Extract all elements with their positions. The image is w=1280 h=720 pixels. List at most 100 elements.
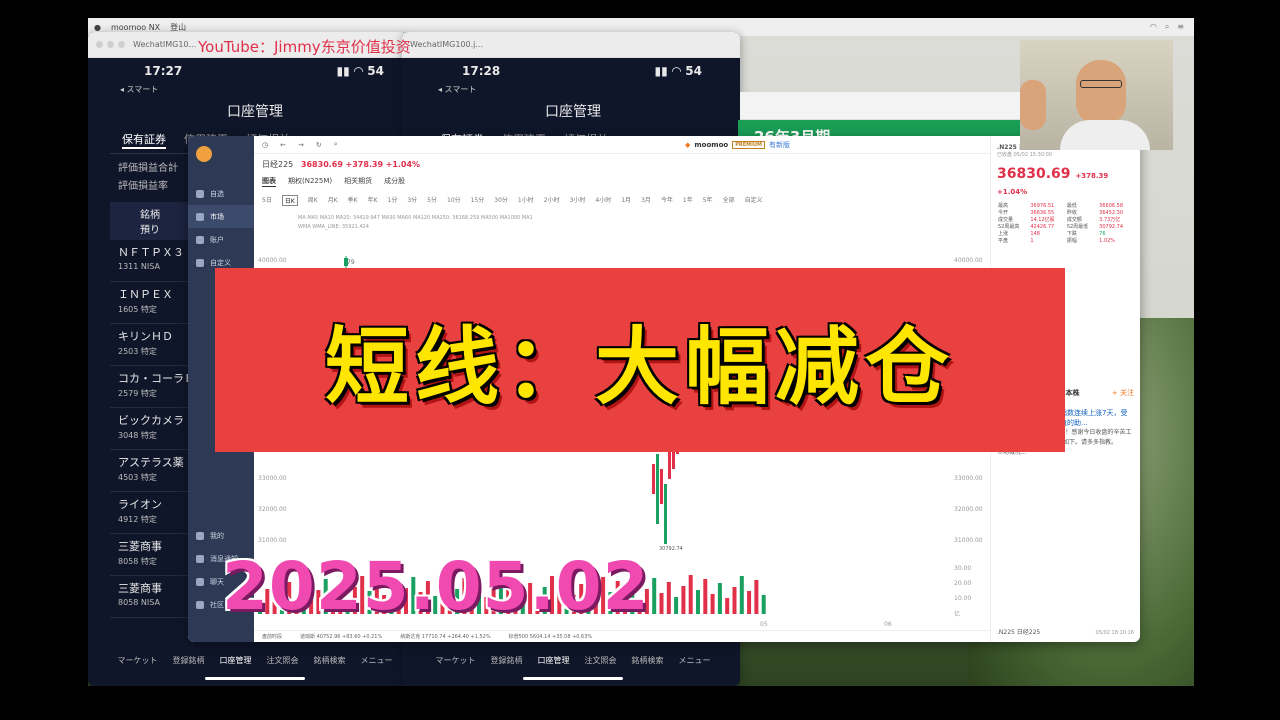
candle [656, 454, 659, 524]
control-icon[interactable]: ≡ [1177, 22, 1184, 32]
period-option[interactable]: 30分 [494, 195, 508, 206]
period-option[interactable]: 3小时 [570, 195, 586, 206]
volume-bar [666, 582, 671, 614]
sidebar-item[interactable]: 市场 [188, 205, 254, 228]
period-option[interactable]: 季K [348, 195, 358, 206]
nav-account[interactable]: 口座管理 [220, 655, 252, 666]
holding-name: ＩＮＰＥＸ [118, 288, 173, 301]
period-option[interactable]: 周K [308, 195, 318, 206]
sidebar-icon [196, 577, 204, 586]
nav-market[interactable]: マーケット [118, 655, 158, 666]
history-icon[interactable]: ◷ [262, 141, 268, 149]
volume-bar [754, 580, 759, 614]
holding-name: コカ・コーラＢ [118, 372, 195, 385]
tab-holdings[interactable]: 保有証券 [122, 131, 166, 149]
refresh-icon[interactable]: ↻ [316, 141, 322, 149]
volume-bar [717, 583, 722, 614]
sidebar-item[interactable]: 账户 [188, 228, 254, 251]
ticker-nasdaq[interactable]: 纳斯达克 17710.74 +264.40 +1.52% [400, 633, 490, 640]
back-link[interactable]: ◂ スマート [110, 84, 400, 95]
nav-search[interactable]: 銘柄検索 [314, 655, 346, 666]
quote-price: 36830.69 +378.39 +1.04% [997, 166, 1109, 196]
presenter-shirt [1060, 120, 1150, 150]
premium-badge: PREMIUM [732, 140, 765, 149]
period-option[interactable]: 全部 [723, 195, 735, 206]
period-option[interactable]: 1小时 [518, 195, 534, 206]
nav-orders[interactable]: 注文照会 [267, 655, 299, 666]
period-option[interactable]: 1分 [388, 195, 398, 206]
ticker-sp500[interactable]: 标普500 5604.14 +35.08 +0.63% [509, 633, 593, 640]
y-tick-left: 31000.00 [258, 537, 287, 544]
period-option[interactable]: 3分 [407, 195, 417, 206]
search-icon[interactable]: ⌕ [1165, 22, 1169, 32]
sidebar-item[interactable]: 自选 [188, 182, 254, 205]
sidebar-icon [196, 189, 204, 198]
forward-icon[interactable]: → [298, 141, 304, 149]
nav-menu[interactable]: メニュー [679, 655, 711, 666]
price-change: +378.39 [345, 160, 384, 169]
page-title: 口座管理 [227, 104, 283, 120]
avatar[interactable] [196, 146, 212, 162]
nav-orders[interactable]: 注文照会 [585, 655, 617, 666]
bottom-nav: マーケット 登録銘柄 口座管理 注文照会 銘柄検索 メニュー [428, 655, 718, 666]
period-option[interactable]: 年K [368, 195, 378, 206]
price: 36830.69 [300, 160, 343, 169]
period-option[interactable]: 15分 [471, 195, 485, 206]
volume-bar [739, 576, 744, 614]
sidebar-icon [196, 212, 204, 221]
new-version-badge[interactable]: 有新版 [769, 140, 790, 150]
sidebar-icon [196, 554, 204, 563]
tab-constituents[interactable]: 成分股 [384, 176, 405, 187]
volume-bar [725, 598, 730, 614]
period-option[interactable]: 4小时 [595, 195, 611, 206]
period-option[interactable]: 日K [281, 195, 298, 206]
period-option[interactable]: 5分 [427, 195, 437, 206]
date-overlay: 2025.05.02 [222, 548, 650, 625]
back-icon[interactable]: ← [280, 141, 286, 149]
period-option[interactable]: 月K [328, 195, 338, 206]
nav-market[interactable]: マーケット [436, 655, 476, 666]
period-option[interactable]: 5年 [703, 195, 713, 206]
session-label: 盘前时段 [262, 634, 283, 640]
window-titlebar[interactable]: WechatIMG100.j... [402, 32, 740, 58]
nav-watchlist[interactable]: 登録銘柄 [491, 655, 523, 666]
period-option[interactable]: 今年 [661, 195, 673, 206]
search-icon[interactable]: ⌕ [334, 140, 338, 149]
volume-bar [761, 595, 766, 614]
home-indicator [205, 677, 305, 680]
ticker-dow[interactable]: 道琼斯 40752.96 +83.60 +0.21% [300, 633, 382, 640]
nav-search[interactable]: 銘柄検索 [632, 655, 664, 666]
period-option[interactable]: 5日 [262, 195, 272, 206]
period-option[interactable]: 2小时 [544, 195, 560, 206]
sidebar-icon [196, 531, 204, 540]
sidebar-icon [196, 600, 204, 609]
sidebar-item[interactable]: 我的 [188, 524, 254, 547]
webcam-overlay [1020, 40, 1173, 150]
period-option[interactable]: 1年 [683, 195, 693, 206]
wifi-icon[interactable]: ◠ [1150, 22, 1157, 32]
holding-name: ＮＦＴＰＸ３ [118, 246, 184, 259]
period-option[interactable]: 3月 [641, 195, 651, 206]
tab-chart[interactable]: 图表 [262, 176, 276, 187]
follow-button[interactable]: + 关注 [1112, 388, 1134, 398]
nav-account[interactable]: 口座管理 [538, 655, 570, 666]
x-tick: 06 [884, 621, 892, 628]
period-option[interactable]: 1月 [621, 195, 631, 206]
tab-futures[interactable]: 相关期货 [344, 176, 372, 187]
period-option[interactable]: 10分 [447, 195, 461, 206]
menubar-app[interactable]: moomoo NX [111, 23, 160, 32]
toolbar: ◷ ← → ↻ ⌕ ◆ moomoo PREMIUM 有新版 [254, 136, 990, 154]
apple-icon[interactable]: ● [94, 23, 101, 32]
period-option[interactable]: 自定义 [745, 195, 763, 206]
window-title: WechatIMG10... [133, 40, 197, 49]
nav-watchlist[interactable]: 登録銘柄 [173, 655, 205, 666]
y-tick: 33000.00 [954, 475, 983, 482]
background-window-toolbar[interactable] [740, 92, 1030, 120]
nav-menu[interactable]: メニュー [361, 655, 393, 666]
tab-options[interactable]: 期权(N225M) [288, 176, 332, 187]
volume-bar [710, 594, 715, 614]
volume-bar [681, 586, 686, 614]
menubar-item[interactable]: 登山 [170, 22, 186, 33]
quote-stats: 最高 36976.51 最低 36606.58 今开 36636.55 昨收 36452.30… [997, 202, 1134, 245]
back-link[interactable]: ◂ スマート [428, 84, 718, 95]
